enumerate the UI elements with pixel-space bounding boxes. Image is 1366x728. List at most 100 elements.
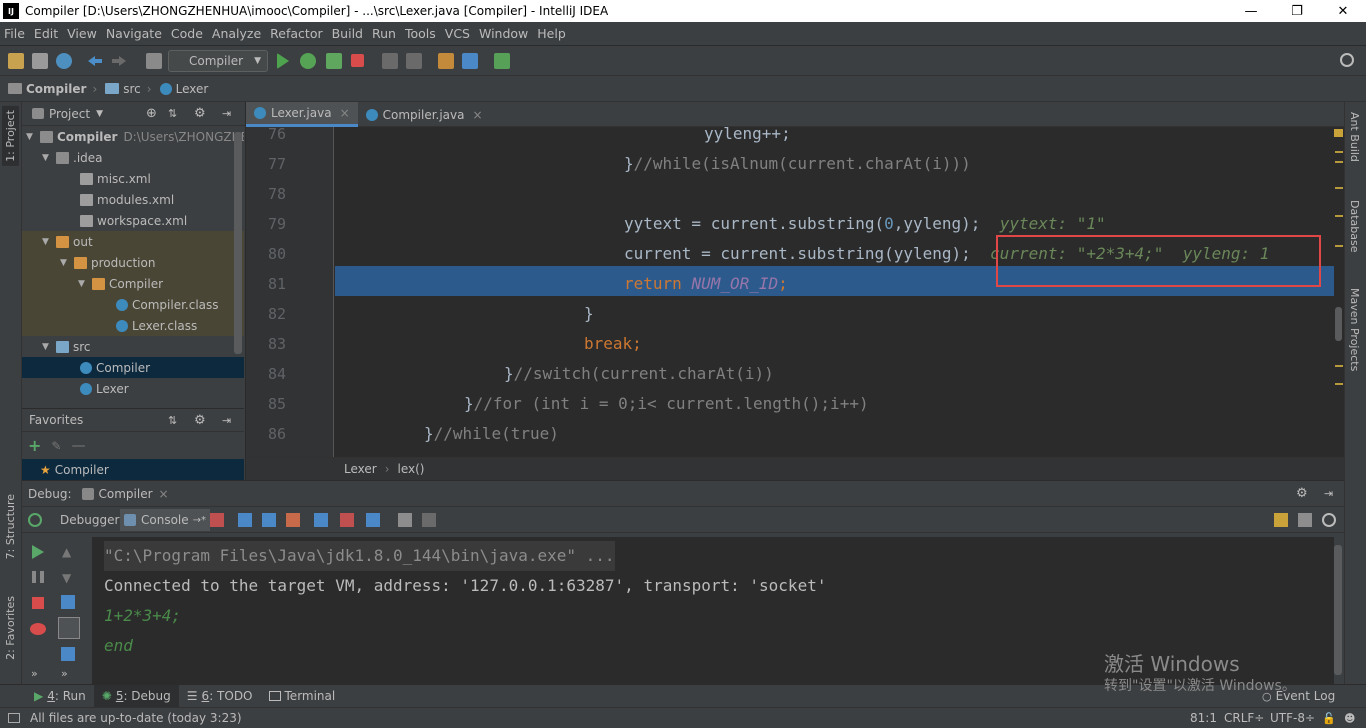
restore-layout-icon[interactable] bbox=[1274, 513, 1288, 527]
minimize-icon[interactable]: — bbox=[1228, 0, 1274, 22]
down-arrow-icon[interactable]: ▼ bbox=[62, 571, 71, 585]
edit-pencil-icon[interactable]: ✎ bbox=[51, 439, 61, 453]
soft-wrap-icon[interactable] bbox=[61, 595, 75, 609]
tool-tab-todo[interactable]: ☰ 6: TODO bbox=[179, 685, 261, 708]
error-stripe-mark[interactable] bbox=[1335, 245, 1343, 247]
collapse-icon[interactable]: ⇅ bbox=[168, 414, 177, 427]
gear-icon[interactable]: ⚙ bbox=[194, 106, 206, 121]
open-folder-icon[interactable] bbox=[8, 53, 24, 69]
tool-tab-run[interactable]: ▶ 4: Run bbox=[26, 685, 94, 708]
menu-window[interactable]: Window bbox=[479, 26, 528, 41]
debug-bug-icon[interactable] bbox=[300, 53, 316, 69]
save-icon[interactable] bbox=[32, 53, 48, 69]
collapse-icon[interactable]: ⇅ bbox=[168, 107, 177, 120]
memory-icon[interactable] bbox=[1322, 513, 1336, 527]
menu-build[interactable]: Build bbox=[332, 26, 363, 41]
search-everywhere-icon[interactable] bbox=[1340, 53, 1354, 67]
hide-icon[interactable]: ⇥ bbox=[222, 107, 231, 120]
console-scrollbar[interactable] bbox=[1334, 545, 1342, 675]
project-view-select[interactable]: Project bbox=[49, 107, 90, 121]
warning-marker-icon[interactable] bbox=[1334, 129, 1343, 137]
tool-tab-database[interactable]: Database bbox=[1348, 200, 1361, 253]
menu-edit[interactable]: Edit bbox=[34, 26, 58, 41]
expand-arrow-icon[interactable]: ▼ bbox=[42, 342, 52, 352]
breadcrumb-src[interactable]: src › bbox=[105, 82, 152, 96]
step-over-icon[interactable] bbox=[238, 513, 252, 527]
tree-item-workspace-xml[interactable]: workspace.xml bbox=[22, 210, 244, 231]
tree-item-misc-xml[interactable]: misc.xml bbox=[22, 168, 244, 189]
menu-code[interactable]: Code bbox=[171, 26, 203, 41]
debug-session-tab[interactable]: Compiler × bbox=[81, 487, 169, 501]
code-line-77[interactable]: }//while(isAlnum(current.charAt(i))) bbox=[335, 149, 1335, 179]
error-stripe-mark[interactable] bbox=[1335, 383, 1343, 385]
sdk-icon[interactable] bbox=[494, 53, 510, 69]
more-icon[interactable]: » bbox=[61, 667, 68, 680]
force-step-into-icon[interactable] bbox=[286, 513, 300, 527]
rebuild-icon[interactable] bbox=[406, 53, 422, 69]
tree-item-out[interactable]: ▼ out bbox=[22, 231, 244, 252]
stop-icon[interactable] bbox=[351, 54, 364, 67]
close-icon[interactable]: ✕ bbox=[1320, 0, 1366, 22]
tree-item-lexer-class[interactable]: Lexer.class bbox=[22, 315, 244, 336]
error-stripe-mark[interactable] bbox=[1335, 151, 1343, 153]
add-icon[interactable]: + bbox=[28, 436, 41, 455]
code-line-85[interactable]: }//for (int i = 0;i< current.length();i+… bbox=[335, 389, 1335, 419]
drop-frame-icon[interactable] bbox=[340, 513, 354, 527]
tree-item-compiler-out[interactable]: ▼ Compiler bbox=[22, 273, 244, 294]
wrench-settings-icon[interactable] bbox=[438, 53, 454, 69]
run-to-cursor-icon[interactable] bbox=[366, 513, 380, 527]
error-stripe-mark[interactable] bbox=[1335, 365, 1343, 367]
file-encoding[interactable]: UTF-8÷ bbox=[1270, 711, 1315, 725]
tree-item-compiler-class[interactable]: Compiler.class bbox=[22, 294, 244, 315]
close-tab-icon[interactable]: × bbox=[340, 106, 350, 120]
menu-analyze[interactable]: Analyze bbox=[212, 26, 261, 41]
tool-tab-ant-build[interactable]: Ant Build bbox=[1348, 112, 1361, 162]
tool-tab-debug[interactable]: ✺ 5: Debug bbox=[93, 684, 179, 708]
print-icon[interactable] bbox=[61, 647, 75, 661]
tree-item-lexer-java[interactable]: Lexer bbox=[22, 378, 244, 399]
line-separator[interactable]: CRLF÷ bbox=[1224, 711, 1264, 725]
hide-icon[interactable]: ⇥ bbox=[1324, 487, 1333, 500]
code-line-86[interactable]: }//while(true) bbox=[335, 419, 1335, 449]
tree-item-compiler-java[interactable]: Compiler bbox=[22, 357, 244, 378]
coverage-icon[interactable] bbox=[326, 53, 342, 69]
editor-scrollbar[interactable] bbox=[1334, 127, 1344, 457]
menu-refactor[interactable]: Refactor bbox=[270, 26, 322, 41]
code-line-82[interactable]: } bbox=[335, 299, 1335, 329]
close-tab-icon[interactable]: × bbox=[159, 487, 169, 501]
tool-tab-terminal[interactable]: Terminal bbox=[261, 685, 344, 708]
up-arrow-icon[interactable]: ▲ bbox=[62, 545, 71, 559]
evaluate-expression-icon[interactable] bbox=[398, 513, 412, 527]
tree-scrollbar[interactable] bbox=[234, 132, 242, 354]
run-configuration-select[interactable]: Compiler ▼ bbox=[168, 50, 268, 72]
expand-arrow-icon[interactable]: ▼ bbox=[78, 279, 88, 289]
code-line-84[interactable]: }//switch(current.charAt(i)) bbox=[335, 359, 1335, 389]
stop-icon[interactable] bbox=[32, 597, 44, 609]
tool-tab-structure[interactable]: 7: Structure bbox=[2, 490, 19, 563]
menu-navigate[interactable]: Navigate bbox=[106, 26, 162, 41]
scroll-to-end-icon[interactable] bbox=[58, 617, 80, 639]
tree-item-compiler-root[interactable]: ▼ Compiler D:\Users\ZHONGZHE bbox=[22, 126, 244, 147]
gear-icon[interactable]: ⚙ bbox=[194, 413, 206, 428]
error-stripe-mark[interactable] bbox=[1335, 187, 1343, 189]
expand-arrow-icon[interactable]: ▼ bbox=[60, 258, 70, 268]
code-line-83[interactable]: break; bbox=[335, 329, 1335, 359]
restore-icon[interactable]: ❐ bbox=[1274, 0, 1320, 22]
scroll-thumb[interactable] bbox=[1335, 307, 1342, 341]
more-icon[interactable]: » bbox=[31, 667, 38, 680]
breadcrumb-compiler[interactable]: Compiler › bbox=[8, 82, 97, 96]
status-window-icon[interactable] bbox=[8, 713, 20, 723]
hide-icon[interactable]: ⇥ bbox=[222, 414, 231, 427]
menu-run[interactable]: Run bbox=[372, 26, 396, 41]
sync-icon[interactable] bbox=[56, 53, 72, 69]
view-breakpoints-icon[interactable] bbox=[30, 623, 46, 635]
tab-console[interactable]: Console →* bbox=[120, 509, 211, 531]
menu-vcs[interactable]: VCS bbox=[445, 26, 470, 41]
tree-item-production[interactable]: ▼ production bbox=[22, 252, 244, 273]
resume-icon[interactable] bbox=[32, 545, 44, 559]
lock-icon[interactable]: 🔓 bbox=[1322, 712, 1336, 725]
project-structure-icon[interactable] bbox=[462, 53, 478, 69]
tool-tab-project[interactable]: 1: Project bbox=[2, 106, 19, 166]
gear-icon[interactable]: ⚙ bbox=[1296, 486, 1308, 501]
tool-tab-favorites[interactable]: 2: Favorites bbox=[2, 592, 19, 664]
